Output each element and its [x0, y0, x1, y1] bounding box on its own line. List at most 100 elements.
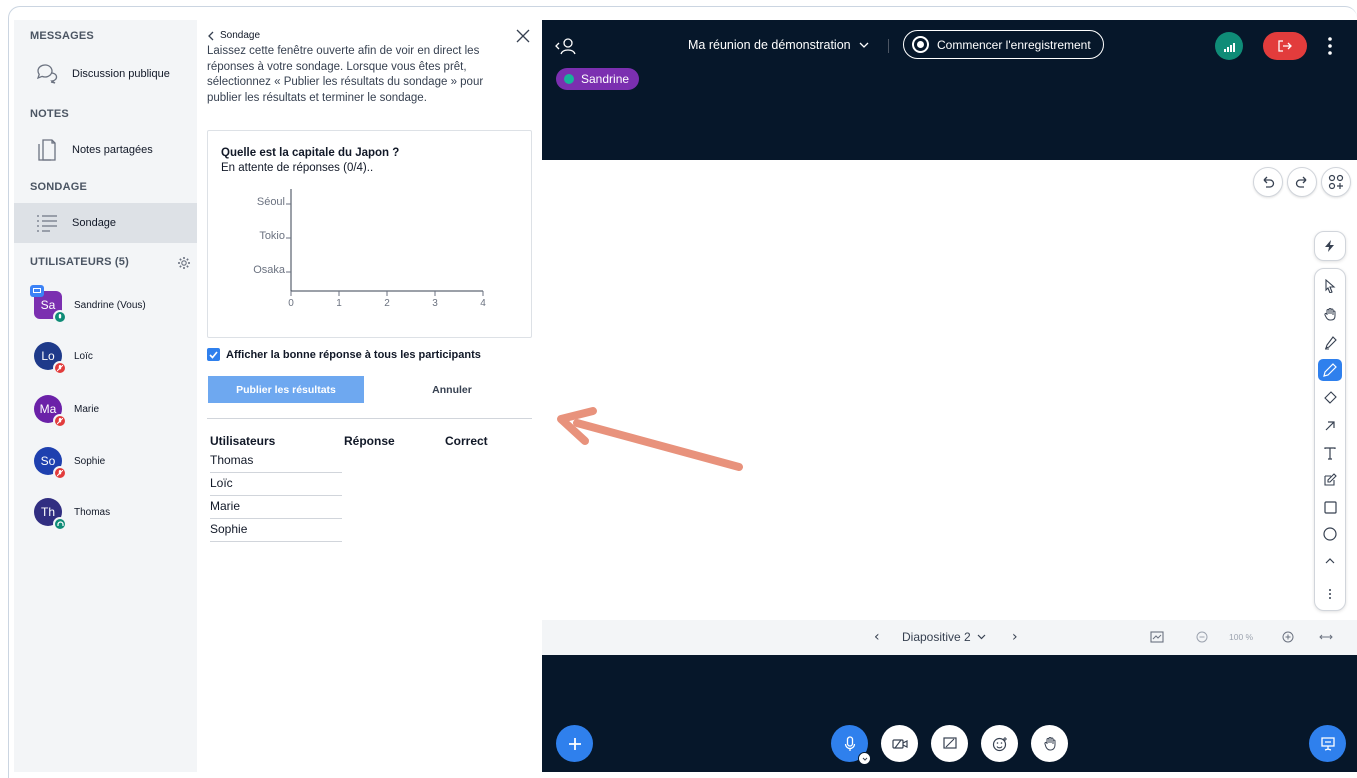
user-row-sandrine[interactable]: Sa Sandrine (Vous) — [30, 285, 194, 325]
unmute-microphone-button[interactable] — [831, 725, 871, 765]
rectangle-tool-icon[interactable] — [1318, 496, 1342, 518]
annotation-arrow — [557, 407, 743, 471]
gear-icon[interactable] — [177, 256, 191, 270]
x-tick-label: 3 — [432, 298, 438, 309]
public-chat-item[interactable]: Discussion publique — [14, 54, 197, 94]
meeting-title-text: Ma réunion de démonstration — [688, 38, 851, 52]
table-row: Sophie — [210, 519, 342, 542]
lightning-icon — [1325, 240, 1334, 252]
history-controls — [1253, 167, 1351, 197]
audio-options-icon[interactable] — [858, 752, 871, 765]
toggle-presentation-button[interactable] — [1309, 725, 1346, 762]
publish-results-button[interactable]: Publier les résultats — [208, 376, 364, 403]
avatar-initials: Ma — [39, 402, 57, 416]
presentation-icon[interactable] — [1150, 631, 1164, 643]
fit-width-icon[interactable] — [1319, 633, 1333, 641]
record-label: Commencer l'enregistrement — [937, 37, 1091, 52]
leave-meeting-button[interactable] — [1263, 32, 1307, 60]
presentation-icon — [1320, 736, 1335, 751]
previous-slide-button[interactable]: ‹ — [874, 629, 880, 645]
toolbar-collapse-button[interactable] — [1314, 231, 1346, 261]
more-tools-icon[interactable] — [1318, 583, 1342, 605]
poll-item[interactable]: Sondage — [14, 203, 197, 243]
divider — [207, 418, 532, 419]
multi-user-whiteboard-button[interactable] — [1321, 167, 1351, 197]
user-row-loic[interactable]: Lo Loïc — [34, 336, 194, 376]
user-name: Sophie — [74, 455, 106, 467]
show-answer-checkbox[interactable]: Afficher la bonne réponse à tous les par… — [207, 348, 481, 361]
ellipse-tool-icon[interactable] — [1318, 523, 1342, 545]
undo-icon — [1263, 176, 1275, 188]
table-row: Marie — [210, 496, 342, 519]
shared-notes-item[interactable]: Notes partagées — [14, 130, 197, 170]
show-answer-label: Afficher la bonne réponse à tous les par… — [226, 348, 481, 361]
redo-button[interactable] — [1287, 167, 1317, 197]
user-row-thomas[interactable]: Th Thomas — [34, 492, 194, 532]
text-tool-icon[interactable] — [1318, 442, 1342, 464]
avatar-initials: Sa — [40, 298, 56, 312]
list-icon — [34, 210, 60, 236]
close-icon[interactable] — [515, 28, 531, 44]
highlighter-icon[interactable] — [1318, 332, 1342, 354]
separator — [888, 39, 889, 53]
raise-hand-button[interactable] — [1031, 725, 1068, 762]
camera-off-icon — [891, 738, 908, 749]
poll-help-text: Laissez cette fenêtre ouverte afin de vo… — [207, 45, 484, 104]
grid-plus-icon — [1328, 174, 1344, 190]
zoom-out-icon[interactable] — [1196, 631, 1208, 643]
hand-icon — [1043, 737, 1055, 751]
cancel-button[interactable]: Annuler — [397, 376, 507, 403]
toggle-user-list-icon[interactable] — [554, 36, 578, 56]
microphone-icon — [844, 735, 855, 751]
avatar-initials: So — [40, 454, 56, 468]
shared-notes-label: Notes partagées — [72, 144, 153, 156]
screen-share-off-icon — [942, 737, 957, 749]
share-screen-button[interactable] — [931, 725, 968, 762]
pointer-icon[interactable] — [1318, 275, 1342, 297]
y-tick-label: Tokio — [259, 230, 285, 242]
table-row: Thomas — [210, 450, 342, 473]
user-row-sophie[interactable]: So Sophie — [34, 441, 194, 481]
avatar-initials: Lo — [41, 349, 55, 363]
arrow-tool-icon[interactable] — [1318, 415, 1342, 437]
poll-results-chart: Séoul Tokio Osaka 0 1 2 3 4 — [253, 189, 486, 309]
meeting-title[interactable]: Ma réunion de démonstration — [688, 38, 869, 52]
avatar: So — [34, 447, 67, 480]
poll-item-label: Sondage — [72, 217, 117, 229]
x-tick-label: 2 — [384, 298, 390, 309]
next-slide-button[interactable]: › — [1012, 629, 1018, 645]
share-webcam-button[interactable] — [881, 725, 918, 762]
presenter-icon — [30, 285, 44, 297]
pencil-icon[interactable] — [1318, 359, 1342, 381]
user-name: Sandrine (Vous) — [74, 299, 146, 311]
reactions-button[interactable] — [981, 725, 1018, 762]
start-recording-button[interactable]: Commencer l'enregistrement — [903, 30, 1104, 59]
user-row-marie[interactable]: Ma Marie — [34, 389, 194, 429]
slide-selector[interactable]: Diapositive 2 — [902, 630, 986, 644]
avatar: Ma — [34, 395, 67, 428]
note-tool-icon[interactable] — [1318, 469, 1342, 491]
avatar: Th — [34, 498, 67, 531]
poll-results-card: Quelle est la capitale du Japon ? En att… — [207, 130, 532, 338]
undo-button[interactable] — [1253, 167, 1283, 197]
slide-controls: ‹ Diapositive 2 › 100 % — [542, 620, 1357, 655]
talking-indicator[interactable]: Sandrine — [556, 68, 640, 90]
poll-back-button[interactable]: Sondage — [207, 30, 260, 41]
user-name: Loïc — [74, 350, 93, 362]
muted-microphone-icon — [53, 361, 67, 375]
emoji-icon — [992, 736, 1007, 751]
more-options-icon[interactable] — [1325, 34, 1335, 58]
y-tick-label: Osaka — [253, 264, 286, 276]
poll-panel: Sondage Laissez cette fenêtre ouverte af… — [197, 20, 542, 772]
document-icon — [34, 137, 60, 163]
connection-status-icon[interactable] — [1215, 32, 1243, 60]
whiteboard-canvas[interactable] — [542, 160, 1357, 620]
eraser-icon[interactable] — [1318, 387, 1342, 409]
zoom-in-icon[interactable] — [1282, 631, 1294, 643]
actions-button[interactable] — [556, 725, 593, 762]
pan-hand-icon[interactable] — [1318, 303, 1342, 325]
chevron-up-icon[interactable] — [1318, 550, 1342, 572]
exit-icon — [1278, 40, 1292, 52]
public-chat-label: Discussion publique — [72, 68, 170, 80]
talker-name: Sandrine — [581, 72, 630, 86]
